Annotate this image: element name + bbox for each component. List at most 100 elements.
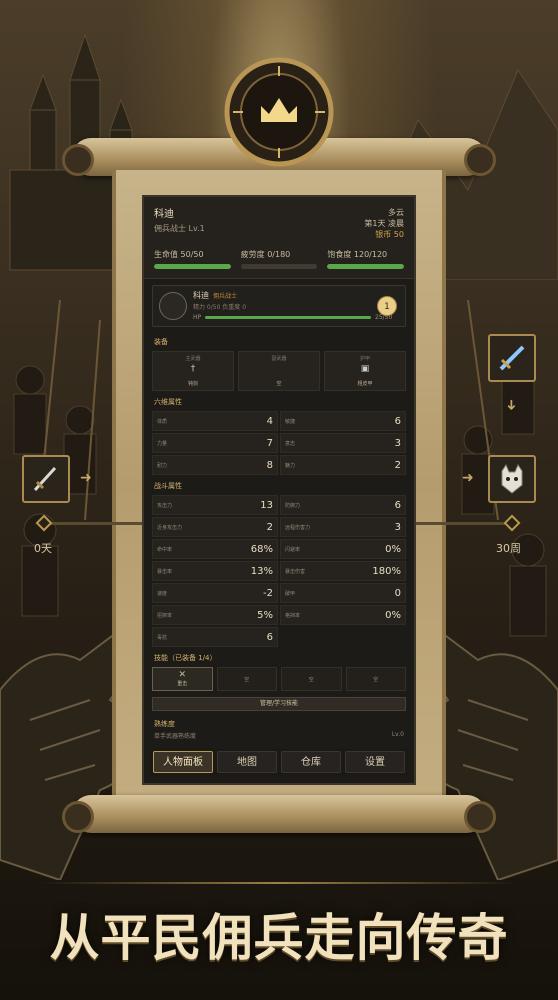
attributes-grid: 体质 4 敏捷 6 力量 7 意志 3 耐力 8 魅力 2 (144, 409, 414, 477)
empty-slot-icon (239, 364, 319, 376)
stat-label: 魅力 (285, 463, 296, 469)
proficiency-row: 单手武器熟练度 Lv.0 (154, 731, 404, 740)
stat-label: 远程伤害力 (285, 525, 311, 531)
character-card[interactable]: 科迪 佣兵战士 精力 0/50 负重度 0 HP 25/50 Lv 1 (152, 285, 406, 327)
stat-value: -2 (263, 588, 273, 599)
stat-label: 破甲 (285, 591, 296, 597)
status-header: 科迪 佣兵战士 Lv.1 多云 第1天 凌晨 银币 50 生命值 50/50 疲… (144, 197, 414, 279)
avatar (159, 292, 187, 320)
stat-value: 0% (385, 610, 401, 621)
hp-bar: 生命值 50/50 (154, 249, 231, 269)
tab-map[interactable]: 地图 (217, 751, 277, 773)
stat-cell: 闪避率 0% (280, 539, 406, 559)
equipment-slot[interactable]: 主武器 † 钝剑 (152, 351, 234, 391)
stat-value: 6 (394, 500, 401, 511)
skill-slots: ✕ 重击空空空 (144, 665, 414, 693)
stat-value: 3 (394, 438, 401, 449)
combat-grid: 攻击力 13 防御力 6 近身攻击力 2 远程伤害力 3 命中率 68% 闪避率 0% 暴击率 13% 暴击… (144, 493, 414, 649)
stat-cell: 毒抗 6 (152, 627, 278, 647)
character-panel: 科迪 佣兵战士 Lv.1 多云 第1天 凌晨 银币 50 生命值 50/50 疲… (142, 195, 416, 785)
dragon-skull-icon (501, 463, 523, 494)
stat-value: 68% (250, 544, 273, 555)
equipment-slot[interactable]: 副武器空 (238, 351, 320, 391)
stat-label: 毒抗 (157, 635, 168, 641)
stat-value: 180% (372, 566, 401, 577)
stat-value: 13 (260, 500, 273, 511)
equipment-title: 装备 (154, 338, 168, 346)
slogan-title: 从平民佣兵走向传奇 (49, 908, 509, 967)
arrow-right-icon: ➜ (462, 470, 474, 486)
equipment-slot[interactable]: 护甲 ▣ 粗皮甲 (324, 351, 406, 391)
tab-warehouse[interactable]: 仓库 (281, 751, 341, 773)
dragon-milestone[interactable] (488, 455, 536, 503)
stat-value: 4 (266, 416, 273, 427)
stat-value: 6 (266, 632, 273, 643)
crown-emblem-icon (224, 57, 334, 167)
slot-value: 空 (276, 381, 282, 387)
tab-character-panel[interactable]: 人物面板 (153, 751, 213, 773)
stat-label: 意志 (285, 441, 296, 447)
stat-cell: 远程伤害力 3 (280, 517, 406, 537)
timeline-end-label: 30周 (496, 542, 521, 555)
slot-value: 钝剑 (187, 381, 198, 387)
stat-label: 耐力 (157, 463, 168, 469)
stat-label: 暴击伤害 (285, 569, 306, 575)
stat-cell: 力量 7 (152, 433, 278, 453)
equipment-slots: 主武器 † 钝剑 副武器空 护甲 ▣ 粗皮甲 (144, 349, 414, 393)
sword-milestone[interactable] (22, 455, 70, 503)
tab-settings[interactable]: 设置 (345, 751, 405, 773)
sword-icon: † (190, 364, 196, 374)
attributes-title: 六维属性 (154, 398, 182, 406)
stat-value: 13% (250, 566, 273, 577)
sword-icon (33, 466, 57, 492)
magic-sword-milestone[interactable] (488, 334, 536, 382)
stat-cell: 魅力 2 (280, 455, 406, 475)
stat-value: 8 (266, 460, 273, 471)
manage-skills-button[interactable]: 管理/学习技能 (152, 697, 406, 711)
crossed-swords-icon: ✕ (178, 670, 187, 680)
stat-cell: 耐力 8 (152, 455, 278, 475)
character-name: 科迪 (193, 291, 209, 300)
stat-cell: 格挡率 0% (280, 605, 406, 625)
skill-slot-empty[interactable]: 空 (281, 667, 342, 691)
slogan-divider (40, 882, 518, 884)
slot-label: 主武器 (185, 356, 201, 362)
stat-cell: 招架率 5% (152, 605, 278, 625)
stat-label: 闪避率 (285, 547, 301, 553)
stat-cell: 暴击率 13% (152, 561, 278, 581)
scroll-bottom-rod (62, 795, 496, 833)
stat-cell: 命中率 68% (152, 539, 278, 559)
slot-value: 粗皮甲 (357, 381, 373, 387)
stat-cell: 攻击力 13 (152, 495, 278, 515)
skills-title: 技能（已装备 1/4） (154, 654, 217, 662)
character-hp-bar (205, 316, 371, 319)
proficiency-title: 熟练度 (154, 720, 175, 728)
skill-slot-heavy-strike[interactable]: ✕ 重击 (152, 667, 213, 691)
satiety-bar: 饱食度 120/120 (327, 249, 405, 269)
character-substats: 精力 0/50 负重度 0 (193, 304, 247, 311)
stat-cell: 暴击伤害 180% (280, 561, 406, 581)
combat-title: 战斗属性 (154, 482, 182, 490)
slot-label: 副武器 (271, 356, 287, 362)
slot-label: 护甲 (359, 356, 370, 362)
character-hp-label: HP (193, 314, 202, 321)
stat-cell: 防御力 6 (280, 495, 406, 515)
stat-label: 防御力 (285, 503, 301, 509)
stat-label: 格挡率 (285, 613, 301, 619)
stat-cell: 敏捷 6 (280, 411, 406, 431)
stat-value: 2 (394, 460, 401, 471)
skill-slot-empty[interactable]: 空 (216, 667, 277, 691)
stat-label: 敏捷 (285, 419, 296, 425)
stat-value: 5% (257, 610, 273, 621)
fatigue-bar: 疲劳度 0/180 (240, 249, 318, 269)
arrow-right-icon: ➜ (80, 470, 92, 486)
character-title: 佣兵战士 (213, 293, 238, 300)
stat-label: 速度 (157, 591, 168, 597)
stat-cell: 破甲 0 (280, 583, 406, 603)
stat-label: 力量 (157, 441, 168, 447)
stat-value: 0 (394, 588, 401, 599)
skill-slot-empty[interactable]: 空 (345, 667, 406, 691)
stat-cell: 意志 3 (280, 433, 406, 453)
day-time-text: 第1天 凌晨 (364, 219, 404, 228)
stat-value: 7 (266, 438, 273, 449)
